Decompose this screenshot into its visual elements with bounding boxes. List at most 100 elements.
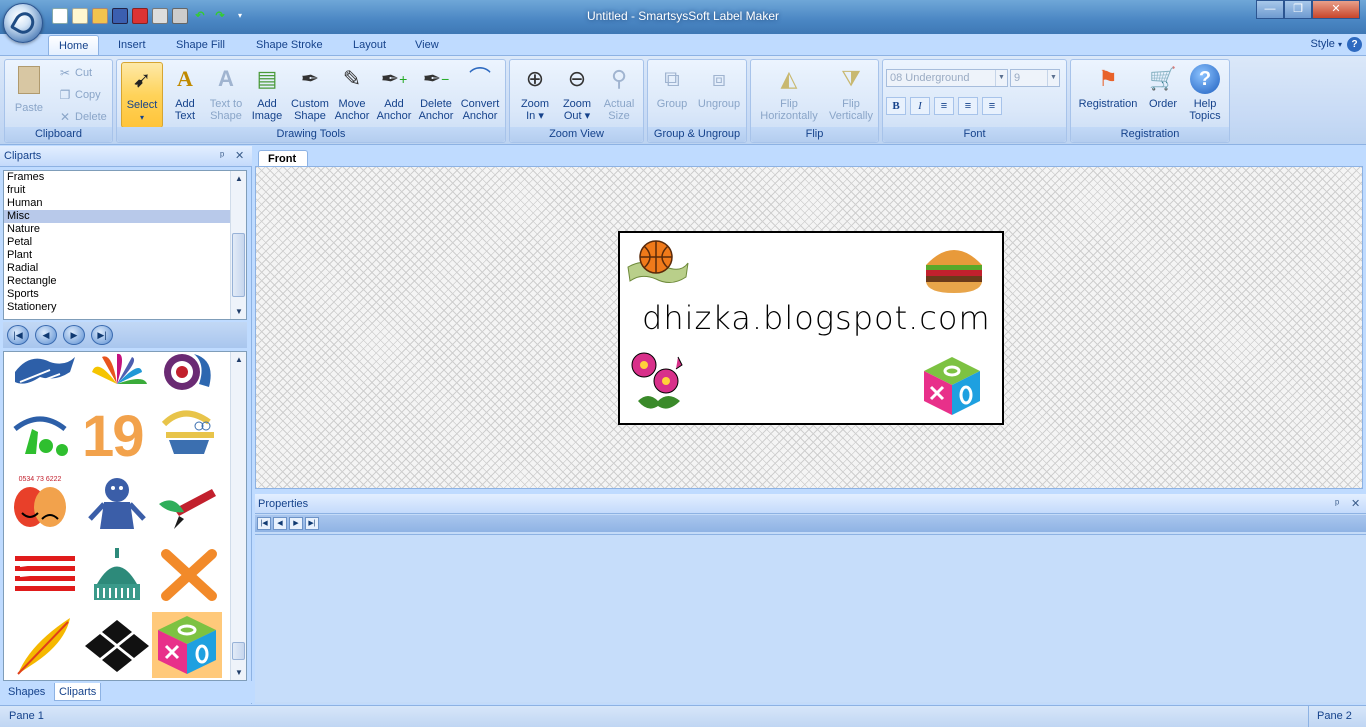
gallery-scrollbar[interactable]: ▲ ▼: [230, 352, 246, 680]
align-right-button[interactable]: ≡: [982, 97, 1002, 115]
text-to-shape-button[interactable]: A Text to Shape: [205, 62, 247, 128]
copy-button[interactable]: ❐ Copy: [55, 85, 101, 105]
scroll-up-icon[interactable]: ▲: [231, 352, 246, 367]
tab-layout[interactable]: Layout: [343, 35, 396, 56]
zoom-out-button[interactable]: ⊖ Zoom Out ▾: [556, 62, 598, 128]
tab-shape-stroke[interactable]: Shape Stroke: [246, 35, 333, 56]
style-menu[interactable]: Style ▾: [1310, 38, 1342, 50]
tab-home[interactable]: Home: [48, 35, 100, 56]
scroll-down-icon[interactable]: ▼: [231, 304, 246, 319]
last-record-icon[interactable]: ▶|: [305, 517, 319, 530]
add-text-button[interactable]: A Add Text: [165, 62, 205, 128]
clipart-fountain[interactable]: [154, 404, 224, 470]
category-scrollbar[interactable]: ▲ ▼: [230, 171, 246, 319]
group-button[interactable]: ⧉ Group: [650, 62, 694, 128]
flip-horizontally-button[interactable]: ◭ Flip Horizontally: [753, 62, 825, 128]
scroll-up-icon[interactable]: ▲: [231, 171, 246, 186]
italic-button[interactable]: I: [910, 97, 930, 115]
clipart-green-figure[interactable]: [10, 404, 80, 470]
tab-shapes[interactable]: Shapes: [4, 683, 49, 701]
clipart-dome-building[interactable]: [82, 544, 152, 610]
font-size-select[interactable]: 9 ▼: [1010, 69, 1060, 87]
list-item[interactable]: Nature: [4, 223, 230, 236]
zoom-in-button[interactable]: ⊕ Zoom In ▾: [514, 62, 556, 128]
basketball-banner-icon[interactable]: [626, 237, 690, 287]
close-icon[interactable]: ✕: [235, 146, 244, 167]
tab-insert[interactable]: Insert: [108, 35, 156, 56]
add-anchor-line2: Anchor: [376, 110, 412, 122]
next-record-icon[interactable]: ▶: [289, 517, 303, 530]
help-icon[interactable]: ?: [1347, 37, 1362, 52]
clipart-number-19[interactable]: 19: [82, 404, 152, 470]
minimize-button[interactable]: —: [1256, 0, 1284, 19]
scroll-thumb[interactable]: [232, 233, 245, 297]
application-menu-button[interactable]: [3, 3, 43, 43]
list-item[interactable]: Radial: [4, 262, 230, 275]
list-item[interactable]: Frames: [4, 171, 230, 184]
scroll-down-icon[interactable]: ▼: [231, 665, 246, 680]
close-icon[interactable]: ✕: [1351, 494, 1360, 514]
flowers-icon[interactable]: [628, 351, 688, 415]
label-text[interactable]: dhizka.blogspot.com: [642, 299, 991, 337]
list-item[interactable]: Petal: [4, 236, 230, 249]
clipart-category-list[interactable]: Frames fruit Human Misc Nature Petal Pla…: [3, 170, 247, 320]
previous-record-icon[interactable]: ◀: [273, 517, 287, 530]
actual-size-button[interactable]: ⚲ Actual Size: [598, 62, 640, 128]
clipart-blue-creature[interactable]: [82, 474, 152, 540]
clipart-bird-rocket[interactable]: [154, 474, 224, 540]
restore-button[interactable]: ❐: [1284, 0, 1312, 19]
tab-cliparts[interactable]: Cliparts: [54, 683, 102, 701]
add-anchor-button[interactable]: ✒+ Add Anchor: [374, 62, 414, 128]
scroll-thumb[interactable]: [232, 642, 245, 660]
list-item[interactable]: Rectangle: [4, 275, 230, 288]
cut-button[interactable]: ✂ Cut: [55, 63, 92, 83]
label-card[interactable]: dhizka.blogspot.com: [618, 231, 1004, 425]
align-left-button[interactable]: ≡: [934, 97, 954, 115]
list-item-selected[interactable]: Misc: [4, 210, 230, 223]
align-center-button[interactable]: ≡: [958, 97, 978, 115]
ungroup-button[interactable]: ⧈ Ungroup: [694, 62, 744, 128]
custom-shape-button[interactable]: ✒ Custom Shape: [288, 62, 332, 128]
clipart-feather[interactable]: [10, 614, 80, 680]
clipart-theater-masks[interactable]: 0534 73 6222: [10, 476, 80, 542]
xo-cube-label-icon[interactable]: [922, 355, 982, 417]
bold-button[interactable]: B: [886, 97, 906, 115]
font-name-select[interactable]: 08 Underground ▼: [886, 69, 1008, 87]
add-image-button[interactable]: ▤ Add Image: [247, 62, 287, 128]
convert-anchor-button[interactable]: ⌒ Convert Anchor: [458, 62, 502, 128]
first-record-icon[interactable]: |◀: [257, 517, 271, 530]
help-topics-icon: ?: [1190, 64, 1220, 94]
list-item[interactable]: Human: [4, 197, 230, 210]
burger-icon[interactable]: [922, 241, 986, 295]
list-item[interactable]: Sports: [4, 288, 230, 301]
order-button[interactable]: 🛒 Order: [1145, 62, 1181, 128]
previous-page-icon[interactable]: ◀: [35, 325, 57, 345]
tab-front[interactable]: Front: [258, 150, 308, 167]
last-page-icon[interactable]: ▶|: [91, 325, 113, 345]
help-topics-button[interactable]: ? Help Topics: [1183, 62, 1227, 128]
tab-shape-fill[interactable]: Shape Fill: [166, 35, 235, 56]
pin-icon[interactable]: ᵖ: [1335, 494, 1339, 514]
delete-anchor-button[interactable]: ✒− Delete Anchor: [415, 62, 457, 128]
list-item[interactable]: Plant: [4, 249, 230, 262]
next-page-icon[interactable]: ▶: [63, 325, 85, 345]
select-button[interactable]: ➹ Select ▾: [121, 62, 163, 128]
clipart-xo-cube-selected[interactable]: [152, 612, 222, 678]
scissors-icon: ✂: [59, 66, 71, 80]
first-page-icon[interactable]: |◀: [7, 325, 29, 345]
design-canvas[interactable]: dhizka.blogspot.com: [255, 166, 1363, 489]
clipart-orange-x[interactable]: [154, 544, 224, 610]
delete-button[interactable]: ✕ Delete: [55, 107, 107, 127]
tab-view[interactable]: View: [405, 35, 449, 56]
clipart-black-diamonds[interactable]: [82, 614, 152, 680]
move-anchor-button[interactable]: ✎ Move Anchor: [332, 62, 372, 128]
pin-icon[interactable]: ᵖ: [220, 146, 224, 167]
flip-vertically-button[interactable]: ⧩ Flip Vertically: [825, 62, 877, 128]
list-item[interactable]: Stationery: [4, 301, 230, 314]
registration-button[interactable]: ⚑ Registration: [1073, 62, 1143, 128]
list-item[interactable]: fruit: [4, 184, 230, 197]
close-button[interactable]: ✕: [1312, 0, 1360, 19]
paste-button[interactable]: Paste: [9, 62, 49, 128]
hands-icon: [15, 357, 75, 388]
clipart-red-lines[interactable]: [10, 544, 80, 610]
